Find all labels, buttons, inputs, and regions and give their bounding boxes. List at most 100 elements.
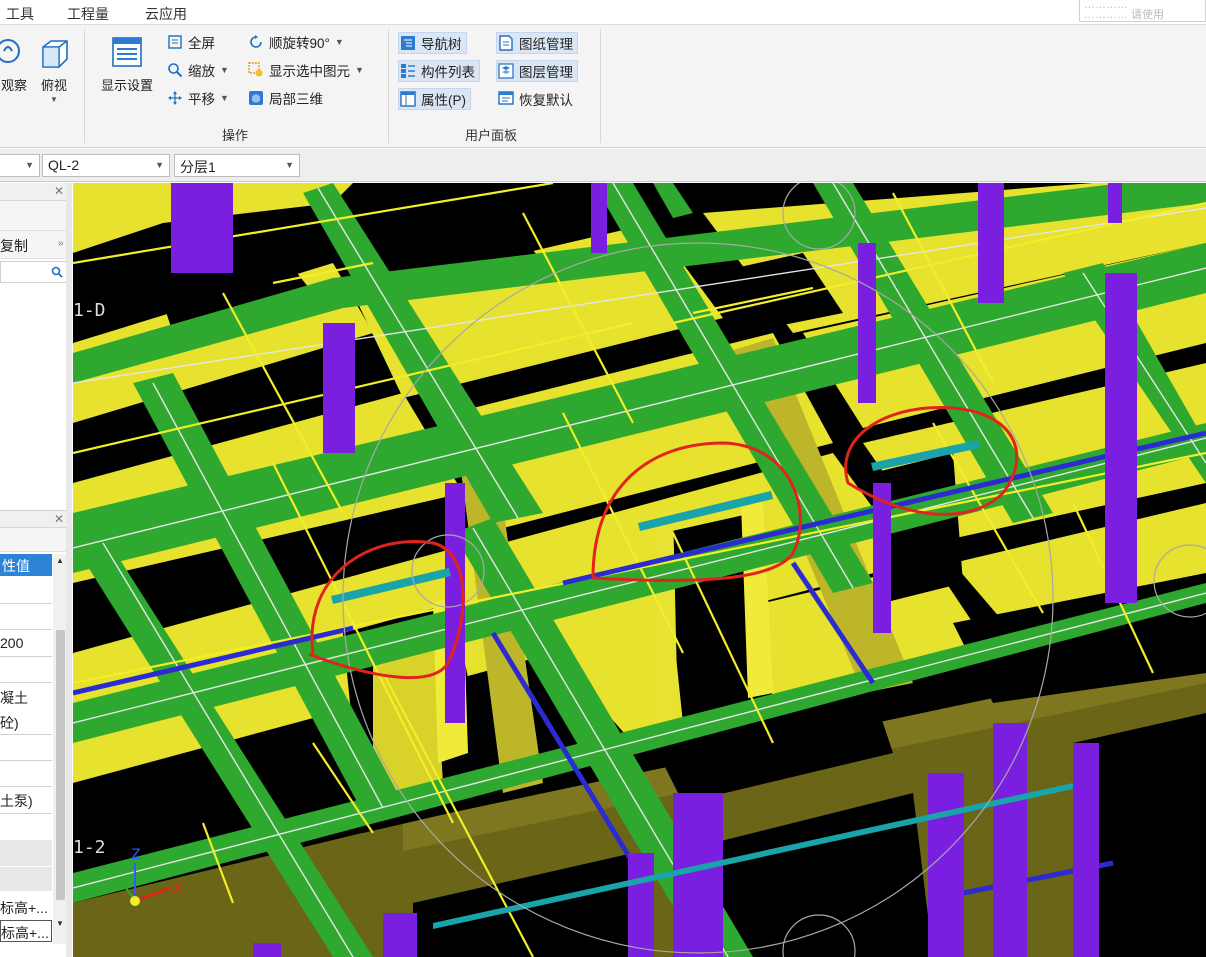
3d-model-view[interactable]: 1-D 1-2 Z X Y: [73, 183, 1206, 957]
axis-z-label: Z: [131, 847, 141, 863]
divider: [0, 656, 52, 657]
divider: [0, 734, 52, 735]
observe-label: 观察: [0, 78, 27, 93]
menu-bar: 工具 工程量 云应用 ………… ………… 请使用: [0, 0, 1206, 24]
left-panel: ✕ 复制 » ✕ 性值 200 凝土 砼) 土泵) 标高+... 标高+... …: [0, 183, 72, 957]
ribbon: 观察 俯视 ▼ 显示设置 全屏 顺旋转90° ▼ 缩放 ▼ 显示选中图元 ▼ 平…: [0, 24, 1206, 148]
top-view-cube-icon: [42, 40, 68, 68]
local-3d-icon: [247, 89, 265, 107]
rotate-button[interactable]: 顺旋转90° ▼: [247, 31, 344, 53]
restore-default-icon: [497, 90, 515, 108]
fullscreen-label: 全屏: [188, 36, 215, 51]
zoom-icon: [166, 61, 184, 79]
component-list-icon: [399, 62, 417, 80]
properties-toolbar: [0, 528, 72, 552]
drawing-manage-icon: [497, 34, 515, 52]
component-selector[interactable]: QL-2 ▼: [42, 154, 170, 177]
fullscreen-button[interactable]: 全屏: [166, 31, 215, 53]
axis-label-12: 1-2: [73, 837, 106, 858]
layer-selector-value: 分层1: [180, 159, 216, 175]
ribbon-separator: [84, 29, 85, 143]
layer-selector[interactable]: 分层1 ▼: [174, 154, 300, 177]
zoom-button[interactable]: 缩放 ▼: [166, 59, 229, 81]
component-panel-header: ✕: [0, 183, 72, 201]
show-selected-button[interactable]: 显示选中图元 ▼: [247, 59, 364, 81]
divider: [0, 760, 52, 761]
component-list-button[interactable]: 构件列表: [398, 60, 480, 82]
rotate-dropdown-caret[interactable]: ▼: [335, 37, 344, 47]
pan-button[interactable]: 平移 ▼: [166, 87, 229, 109]
copy-button[interactable]: 复制: [0, 236, 28, 256]
top-view-label: 俯视: [40, 78, 67, 93]
display-settings-button[interactable]: 显示设置: [94, 35, 160, 94]
search-icon[interactable]: [51, 266, 63, 278]
panel-splitter[interactable]: [66, 183, 72, 957]
axis-label-1d: 1-D: [73, 300, 106, 321]
restore-default-button[interactable]: 恢复默认: [497, 88, 573, 110]
component-list-area: [0, 285, 70, 505]
axis-y-label: Y: [112, 863, 122, 879]
layer-manage-button[interactable]: 图层管理: [496, 60, 578, 82]
chevron-down-icon: ▼: [285, 160, 294, 170]
operations-group-label: 操作: [222, 128, 249, 143]
nav-tree-icon: [399, 34, 417, 52]
ribbon-separator: [600, 29, 601, 143]
component-selector-value: QL-2: [48, 157, 80, 173]
property-group-row: [0, 867, 52, 891]
menu-quantity[interactable]: 工程量: [67, 4, 109, 24]
scrollbar-thumb[interactable]: [56, 630, 65, 900]
observe-icon: [0, 39, 20, 63]
component-list-label: 构件列表: [421, 65, 475, 80]
local-3d-button[interactable]: 局部三维: [247, 87, 323, 109]
component-toolbar-strip: [0, 201, 72, 231]
property-group-row: [0, 840, 52, 866]
close-icon[interactable]: ✕: [54, 184, 64, 198]
divider: [0, 786, 52, 787]
close-icon[interactable]: ✕: [54, 512, 64, 526]
3d-viewport[interactable]: 1-D 1-2 Z X Y: [73, 183, 1206, 957]
show-selected-label: 显示选中图元: [269, 64, 350, 79]
properties-label: 属性(P): [421, 93, 466, 108]
floor-selector[interactable]: ▼: [0, 154, 40, 177]
drawing-manage-button[interactable]: 图纸管理: [496, 32, 578, 54]
chevron-down-icon: ▼: [25, 160, 34, 170]
properties-icon: [399, 90, 417, 108]
observe-button[interactable]: 观察: [0, 37, 28, 94]
top-view-dropdown-caret[interactable]: ▼: [36, 95, 72, 104]
zoom-label: 缩放: [188, 64, 215, 79]
scroll-up-arrow-icon[interactable]: ▲: [56, 556, 64, 565]
show-selected-dropdown-caret[interactable]: ▼: [355, 65, 364, 75]
property-value[interactable]: 砼): [0, 713, 19, 733]
rotate-label: 顺旋转90°: [269, 36, 330, 51]
property-value-header: 性值: [0, 554, 52, 576]
search-box[interactable]: ………… ………… 请使用: [1079, 0, 1206, 22]
more-chevron-icon[interactable]: »: [58, 238, 64, 249]
property-value[interactable]: 200: [0, 635, 23, 651]
menu-tools[interactable]: 工具: [6, 4, 34, 24]
properties-button[interactable]: 属性(P): [398, 88, 471, 110]
ribbon-separator: [388, 29, 389, 143]
pan-label: 平移: [188, 92, 215, 107]
display-settings-icon: [112, 37, 142, 67]
divider: [0, 813, 52, 814]
rotate-icon: [247, 33, 265, 51]
scroll-down-arrow-icon[interactable]: ▼: [56, 919, 64, 928]
search-box-line: ………… 请使用: [1084, 9, 1165, 21]
local-3d-label: 局部三维: [269, 92, 323, 107]
divider: [0, 682, 52, 683]
menu-cloud[interactable]: 云应用: [145, 4, 187, 24]
selector-bar: ▼ QL-2 ▼ 分层1 ▼: [0, 149, 1206, 182]
zoom-dropdown-caret[interactable]: ▼: [220, 65, 229, 75]
properties-panel-header: ✕: [0, 510, 72, 528]
property-value: 标高+...: [1, 925, 49, 941]
divider: [0, 629, 52, 630]
user-panel-group-label: 用户面板: [465, 128, 518, 143]
component-search-input[interactable]: [0, 261, 70, 283]
property-value[interactable]: 凝土: [0, 688, 28, 708]
nav-tree-button[interactable]: 导航树: [398, 32, 467, 54]
property-value[interactable]: 土泵): [0, 791, 33, 811]
property-value[interactable]: 标高+...: [0, 898, 48, 918]
property-edit-field[interactable]: 标高+...: [0, 920, 52, 942]
top-view-button[interactable]: 俯视 ▼: [36, 37, 72, 104]
pan-dropdown-caret[interactable]: ▼: [220, 93, 229, 103]
